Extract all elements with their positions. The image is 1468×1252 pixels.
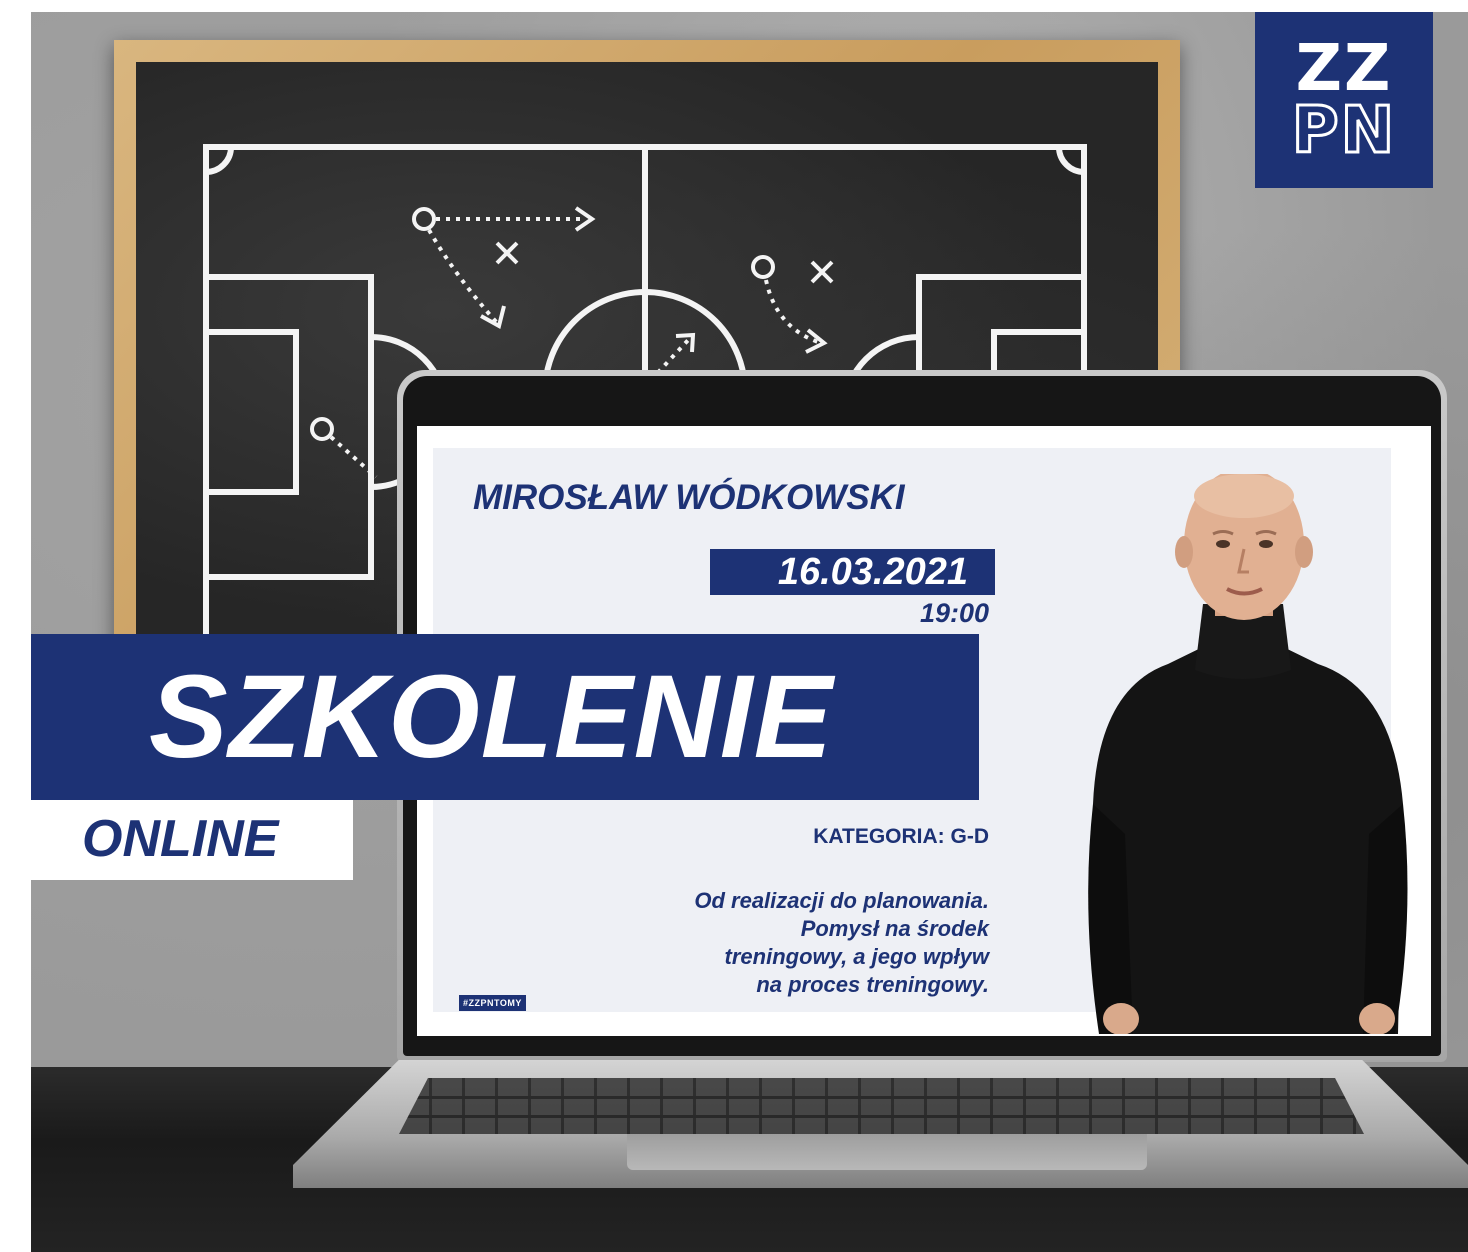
description-line: Od realizacji do planowania. <box>694 888 989 913</box>
hashtag-badge: #ZZPNTOMY <box>459 995 526 1011</box>
poster-canvas: ZZ PN MIROSŁAW WÓDKOWSKI 16.03.2021 19:0… <box>31 12 1468 1252</box>
description-line: treningowy, a jego wpływ <box>724 944 989 969</box>
zzpn-logo: ZZ PN <box>1255 12 1433 188</box>
online-label: ONLINE <box>82 810 279 868</box>
category-label: KATEGORIA: G-D <box>813 825 989 848</box>
training-description: Od realizacji do planowania. Pomysł na ś… <box>569 887 989 999</box>
banner-title: SZKOLENIE <box>149 651 834 783</box>
description-line: Pomysł na środek <box>800 916 989 941</box>
logo-text-pn: PN <box>1290 94 1397 168</box>
event-time: 19:00 <box>919 598 989 628</box>
laptop-keyboard <box>399 1078 1364 1134</box>
laptop-trackpad <box>627 1134 1147 1170</box>
speaker-name: MIROSŁAW WÓDKOWSKI <box>473 478 905 517</box>
speaker-photo <box>1088 474 1408 1034</box>
description-line: na proces treningowy. <box>756 972 989 997</box>
event-date-badge: 16.03.2021 <box>710 549 995 595</box>
logo-text-zz: ZZ <box>1295 32 1393 106</box>
